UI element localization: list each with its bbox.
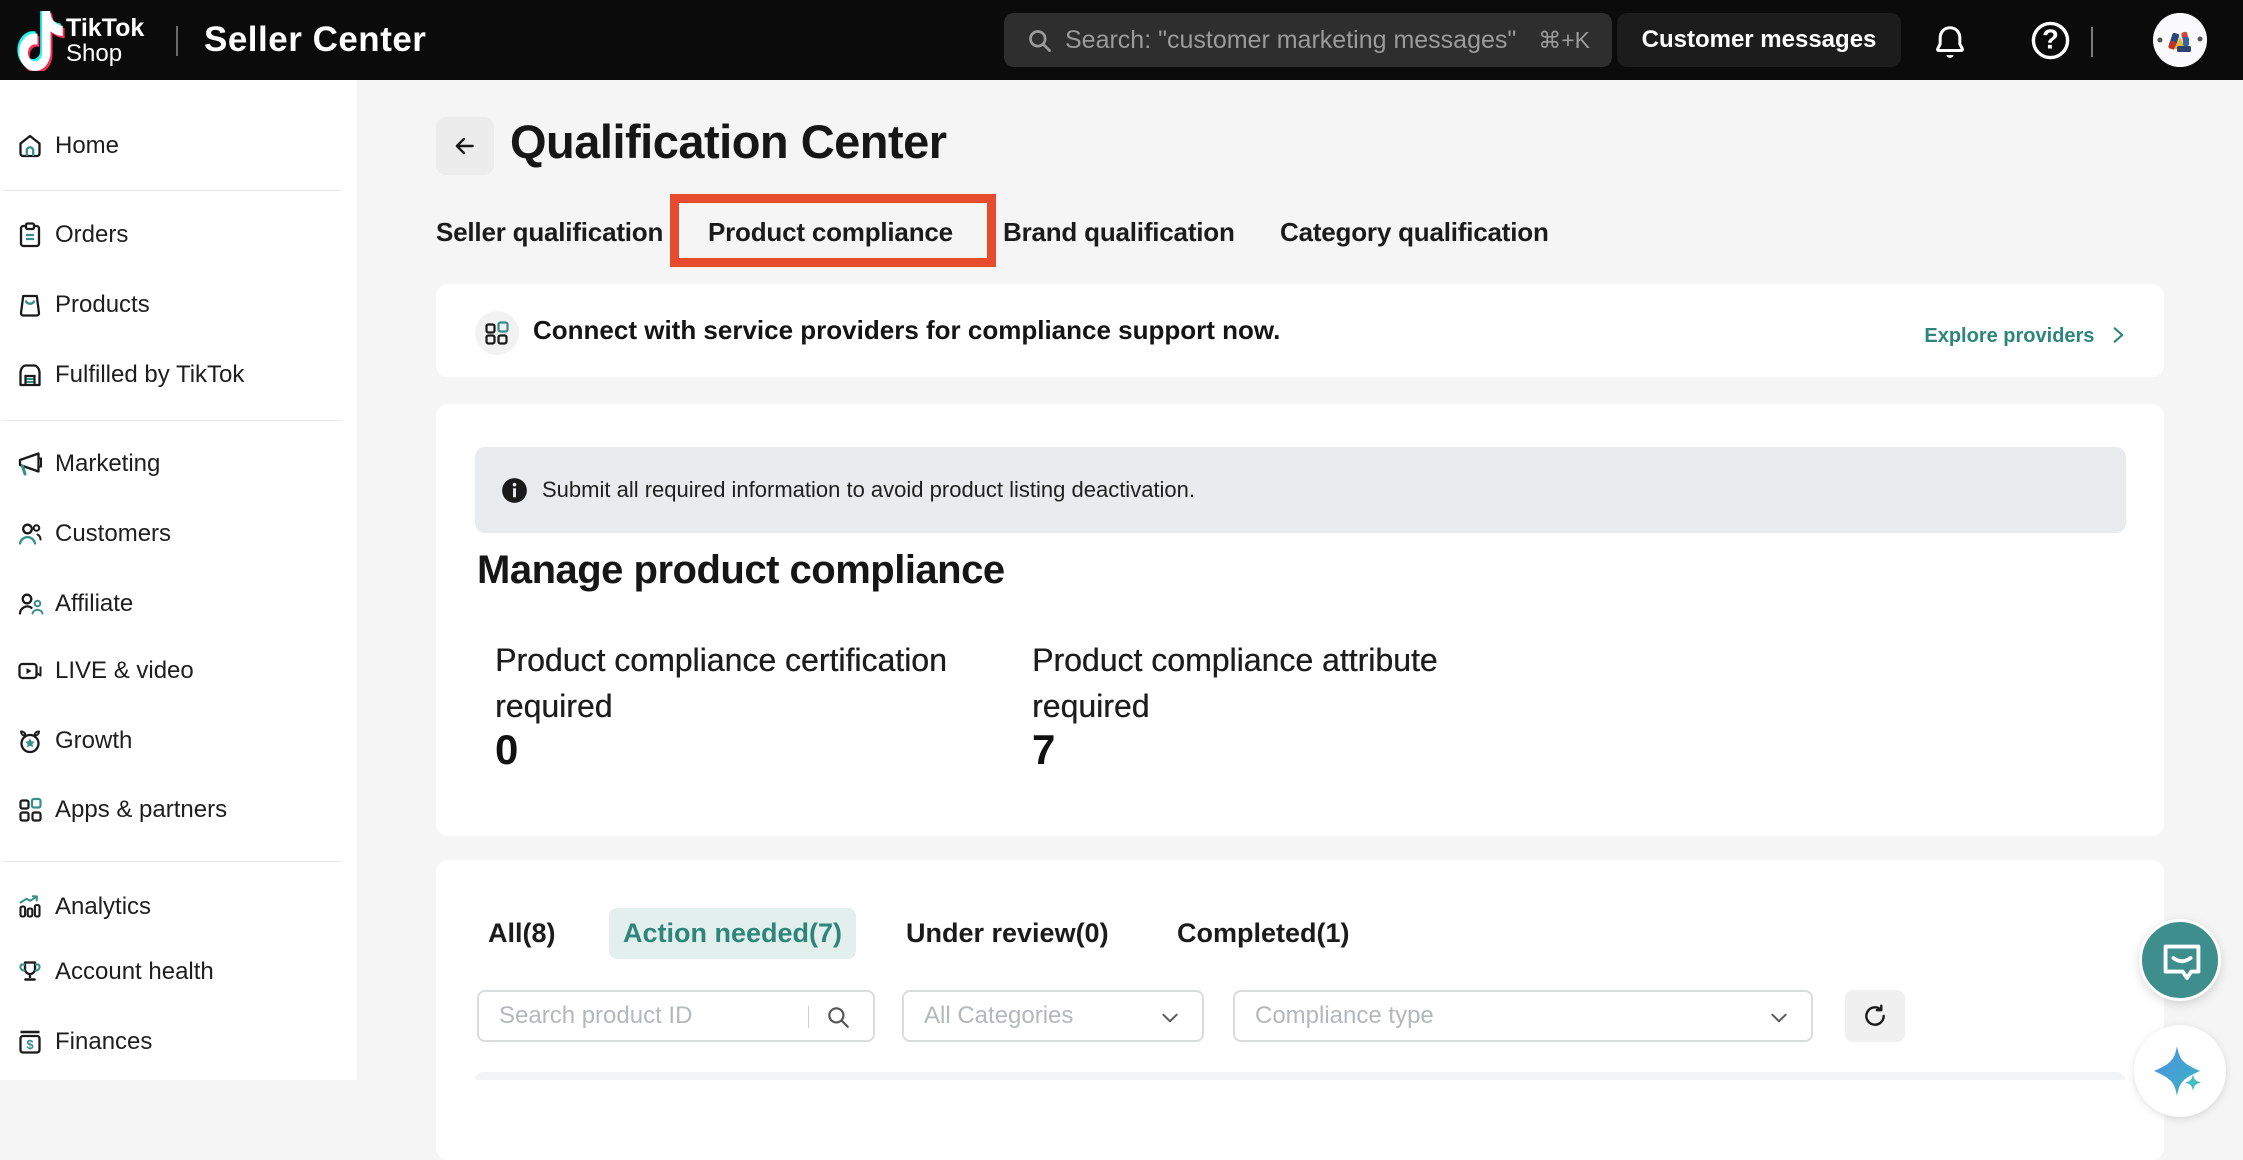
svg-text:?: ? [2042,24,2059,55]
svg-text:$: $ [26,1037,34,1052]
